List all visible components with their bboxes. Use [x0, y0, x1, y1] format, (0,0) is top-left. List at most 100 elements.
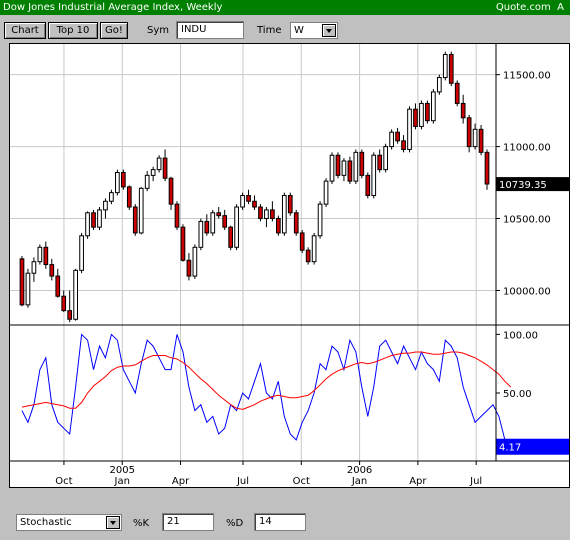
candle: [270, 209, 275, 220]
candle: [19, 258, 25, 306]
chart-footer-strip: [9, 488, 570, 505]
candle: [246, 195, 251, 202]
y-tick-label: 10500.00: [503, 215, 551, 226]
candle: [126, 186, 132, 208]
candle: [67, 310, 73, 320]
candle: [37, 246, 43, 263]
indicator-bar: Stochastic %K 21 %D 14: [0, 505, 570, 540]
candle: [168, 177, 174, 205]
price-chart[interactable]: Oct Jan2005Apr Jul Oct Jan2006Apr Jul10000.00…: [9, 43, 570, 505]
chart-background: [9, 43, 570, 488]
candle: [472, 128, 478, 148]
candle: [448, 54, 454, 84]
candle: [413, 108, 418, 127]
candle: [460, 102, 466, 119]
candle: [132, 206, 138, 234]
candle: [150, 169, 156, 176]
candle: [91, 212, 96, 228]
candle: [359, 151, 365, 176]
candle: [484, 151, 490, 185]
candle: [252, 200, 257, 208]
candle: [389, 131, 394, 148]
candle: [383, 146, 389, 171]
candle: [329, 154, 335, 182]
candle: [192, 246, 198, 277]
candle: [222, 215, 228, 228]
toolbar: Chart Top 10 Go! Sym INDU Time W: [0, 15, 570, 43]
candle: [31, 261, 37, 274]
chevron-down-icon[interactable]: [106, 516, 120, 529]
candle: [97, 209, 102, 228]
candle: [162, 157, 168, 179]
candle: [466, 117, 472, 148]
candle: [240, 195, 245, 208]
time-select[interactable]: W: [290, 22, 338, 39]
indicator-select[interactable]: Stochastic: [16, 514, 122, 531]
candle: [365, 174, 371, 197]
x-tick-label: Oct: [293, 476, 310, 487]
candle: [395, 131, 400, 142]
candle: [323, 180, 329, 205]
last-stochastic-label: 4.17: [499, 443, 521, 454]
x-tick-label: Apr: [172, 476, 190, 487]
candle: [293, 212, 299, 234]
candle: [311, 235, 317, 263]
k-period-input[interactable]: 21: [162, 513, 214, 531]
go-button[interactable]: Go!: [100, 22, 128, 39]
candle: [228, 226, 234, 248]
d-period-input[interactable]: 14: [254, 513, 306, 531]
candle: [353, 151, 359, 182]
candle: [115, 171, 120, 194]
x-year-label: 2006: [347, 465, 372, 476]
candle: [103, 200, 108, 211]
k-label: %K: [133, 518, 150, 529]
candle: [275, 218, 281, 234]
candle: [49, 264, 55, 277]
chart-button[interactable]: Chart: [4, 22, 46, 39]
candle: [144, 174, 150, 189]
candle: [287, 195, 293, 214]
candle: [210, 212, 216, 234]
top10-button[interactable]: Top 10: [48, 22, 98, 39]
candle: [436, 77, 442, 93]
candle: [478, 128, 484, 153]
indicator-select-value: Stochastic: [20, 517, 72, 528]
candle: [305, 249, 311, 263]
window-title: Dow Jones Industrial Average Index, Week…: [3, 2, 223, 13]
y-tick-label: 11500.00: [503, 71, 551, 82]
candle: [419, 102, 424, 127]
candle: [216, 212, 222, 217]
candle: [431, 91, 436, 122]
candle: [258, 206, 263, 220]
x-tick-label: Apr: [409, 476, 427, 487]
candle: [43, 246, 49, 266]
candle: [25, 272, 31, 306]
candle: [156, 157, 162, 171]
candle: [317, 203, 323, 237]
y-tick-label: 100.00: [503, 330, 538, 341]
candle: [109, 192, 114, 202]
candle: [85, 212, 90, 237]
x-tick-label: Jan: [351, 476, 367, 487]
candle: [55, 275, 61, 297]
candle: [120, 171, 126, 188]
time-select-value: W: [294, 25, 304, 36]
candle: [204, 220, 210, 234]
candle: [264, 209, 269, 220]
x-tick-label: Jul: [469, 476, 482, 487]
symbol-input[interactable]: INDU: [176, 21, 244, 39]
source-label: Quote.com A: [495, 2, 564, 13]
candle: [61, 295, 67, 312]
candle: [138, 187, 144, 234]
candle: [347, 160, 353, 182]
d-label: %D: [226, 518, 244, 529]
candle: [401, 140, 406, 150]
last-price-label: 10739.35: [499, 180, 547, 191]
sym-label: Sym: [147, 25, 170, 36]
candle: [281, 195, 287, 234]
candle: [79, 235, 84, 271]
chevron-down-icon[interactable]: [322, 24, 336, 37]
candle: [180, 226, 186, 261]
candle: [299, 232, 305, 251]
x-year-label: 2005: [110, 465, 135, 476]
